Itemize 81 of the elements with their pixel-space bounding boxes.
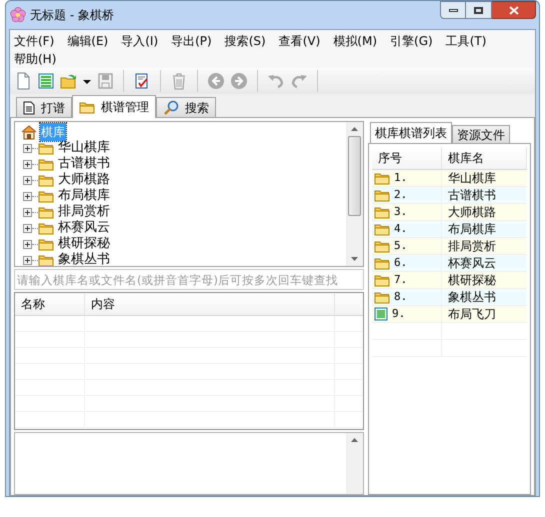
folder-icon (38, 141, 54, 155)
expand-toggle[interactable] (23, 240, 32, 248)
expand-toggle[interactable] (23, 192, 32, 200)
scroll-up-arrow-icon[interactable] (351, 438, 358, 442)
expand-toggle[interactable] (23, 160, 32, 168)
folder-icon (38, 221, 54, 235)
open-folder-icon[interactable] (60, 72, 78, 90)
folder-icon (38, 237, 54, 251)
search-field[interactable]: 请输入棋库名或文件名(或拼音首字母)后可按多次回车键查找 (14, 269, 364, 290)
table-cell-text: 4. (394, 220, 408, 237)
scrollbar[interactable] (346, 122, 363, 266)
table-cell[interactable]: 布局棋库 (442, 220, 496, 238)
folder-icon (374, 222, 390, 236)
table-cell[interactable]: 布局飞刀 (442, 305, 496, 323)
menu-item[interactable]: 模拟(M) (333, 32, 378, 50)
expand-toggle[interactable] (23, 144, 32, 152)
folder-icon (38, 189, 54, 203)
tab[interactable]: 资源文件 (452, 125, 510, 143)
column-header[interactable]: 内容 (91, 295, 115, 313)
expand-toggle[interactable] (23, 256, 32, 264)
menu-item[interactable]: 工具(T) (446, 32, 486, 50)
table-cell-text: 6. (394, 254, 408, 271)
document-icon (23, 100, 35, 114)
folder-icon (374, 239, 390, 253)
menu-item[interactable]: 帮助(H) (14, 50, 56, 68)
folder-icon (374, 205, 390, 219)
table-cell-text: 3. (394, 204, 408, 220)
house-icon (21, 124, 37, 140)
flower-icon (10, 7, 26, 23)
close-icon (508, 6, 518, 14)
menu-item[interactable]: 文件(F) (14, 32, 54, 50)
table-cell[interactable]: 大师棋路 (442, 203, 496, 221)
expand-toggle[interactable] (23, 176, 32, 184)
window-title: 无标题 - 象棋桥 (30, 7, 114, 24)
table-cell-text: 8. (394, 288, 408, 305)
folders-icon (79, 100, 95, 114)
table-cell-text: 9. (392, 306, 406, 322)
folder-icon (374, 171, 390, 185)
folder-icon (38, 205, 54, 219)
column-header[interactable]: 名称 (21, 295, 45, 313)
table-cell[interactable]: 古谱棋书 (442, 186, 496, 204)
column-header[interactable]: 棋库名 (448, 149, 484, 167)
folder-icon (38, 157, 54, 171)
expand-toggle[interactable] (23, 208, 32, 216)
menu-item[interactable]: 导出(P) (171, 32, 212, 50)
list-icon (374, 307, 388, 321)
scrollbar[interactable] (346, 433, 363, 494)
table-cell[interactable]: 排局赏析 (442, 237, 496, 255)
search-icon (163, 100, 179, 116)
menu-item[interactable]: 引擎(G) (390, 32, 433, 50)
tab[interactable]: 棋库棋谱列表 (370, 122, 452, 143)
menu-item[interactable]: 导入(I) (121, 32, 158, 50)
folder-icon (374, 290, 390, 304)
table-cell[interactable]: 棋研探秘 (442, 271, 496, 289)
column-header[interactable]: 序号 (378, 149, 402, 167)
table-cell[interactable]: 华山棋库 (442, 169, 496, 187)
folder-icon (38, 253, 54, 266)
folder-icon (374, 188, 390, 202)
menu-item[interactable]: 编辑(E) (67, 32, 108, 50)
scroll-up-arrow-icon[interactable] (351, 127, 358, 131)
expand-toggle[interactable] (23, 224, 32, 232)
folder-icon (38, 173, 54, 187)
scroll-down-arrow-icon[interactable] (351, 257, 358, 261)
folder-icon (374, 273, 390, 287)
minimize-button[interactable] (440, 1, 466, 19)
table-cell[interactable]: 杯赛风云 (442, 254, 496, 272)
folder-icon (374, 256, 390, 270)
list-icon[interactable] (37, 72, 55, 90)
table-cell[interactable]: 象棋丛书 (442, 288, 496, 306)
tab[interactable]: 棋谱管理 (72, 95, 156, 118)
tab[interactable]: 搜索 (156, 97, 216, 117)
menu-item[interactable]: 查看(V) (278, 32, 320, 50)
menu-item[interactable]: 搜索(S) (224, 32, 266, 50)
table-cell-text: 1. (394, 170, 408, 186)
tab[interactable]: 打谱 (16, 97, 72, 117)
tree-item[interactable]: 象棋丛书 (58, 250, 110, 266)
maximize-button[interactable] (466, 1, 492, 19)
table-cell-text: 7. (394, 272, 408, 288)
table-cell-text: 5. (394, 238, 408, 254)
table-cell-text: 2. (394, 186, 408, 203)
close-button[interactable] (492, 1, 536, 19)
